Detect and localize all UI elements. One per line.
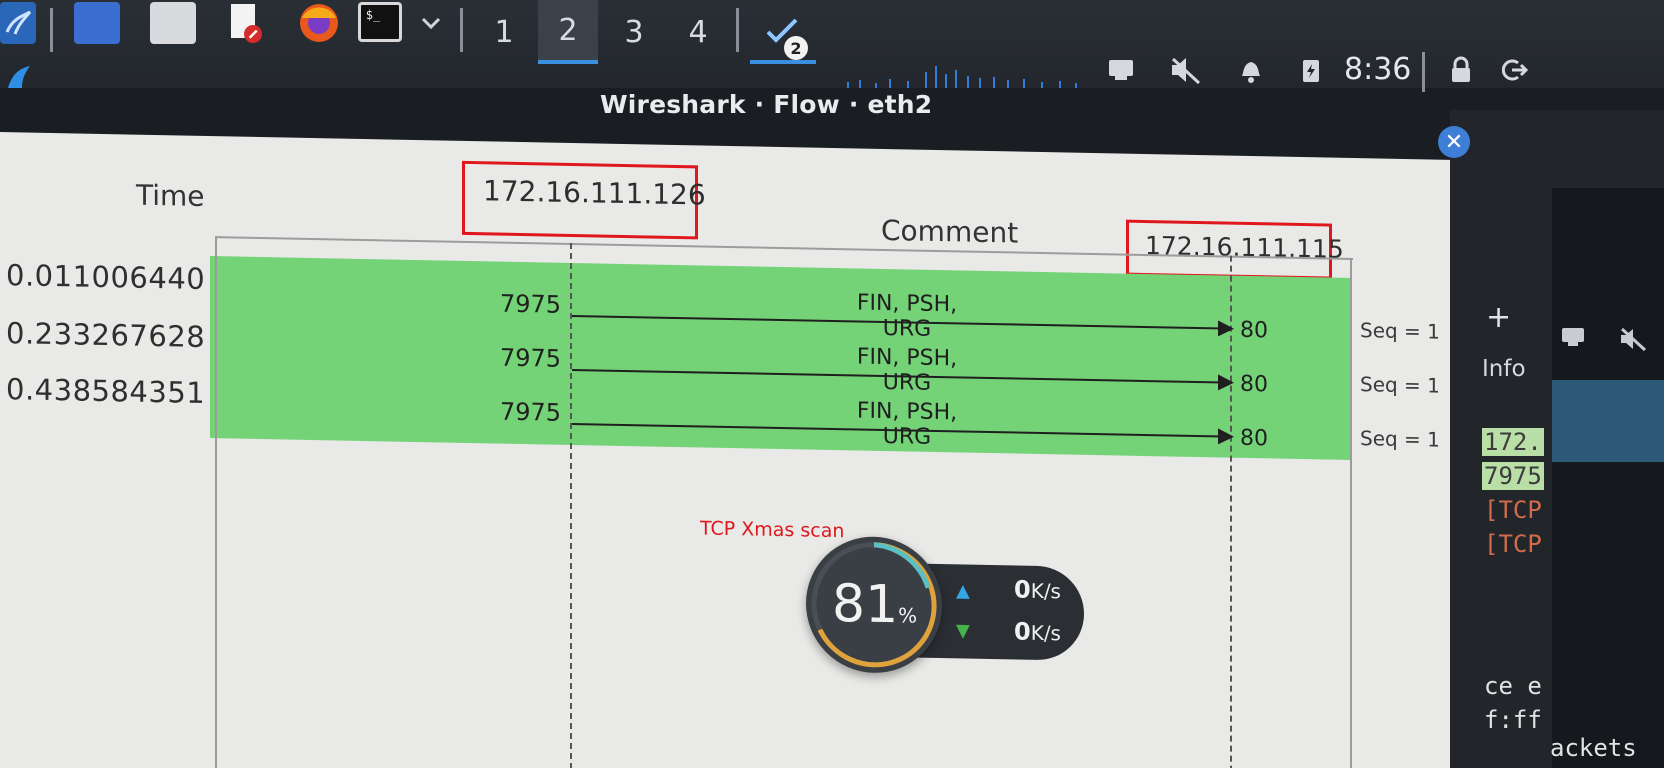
terminal-glyph: $_ xyxy=(365,8,381,22)
flow-graph-panel: Time 172.16.111.126 Comment 172.16.111.1… xyxy=(0,132,1450,768)
side-toolbar-volume-muted-icon xyxy=(1618,326,1648,356)
time-column-header: Time xyxy=(136,178,205,213)
row-src-port: 7975 xyxy=(500,397,562,427)
workspace-2[interactable]: 2 xyxy=(538,0,598,64)
battery-charging-icon[interactable] xyxy=(1296,50,1326,90)
close-button[interactable]: ✕ xyxy=(1438,126,1470,158)
host-left-label: 172.16.111.126 xyxy=(462,160,706,240)
download-speed: 0K/s xyxy=(1014,617,1061,646)
side-toolbar-network-icon xyxy=(1560,326,1586,352)
lock-screen-icon[interactable] xyxy=(1446,50,1476,90)
volume-muted-icon[interactable] xyxy=(1166,50,1206,90)
clock[interactable]: 8:36 xyxy=(1344,52,1411,87)
notifications-bell-icon[interactable] xyxy=(1234,50,1268,90)
firefox-icon[interactable] xyxy=(296,2,342,44)
row-src-port: 7975 xyxy=(500,343,562,373)
logout-icon[interactable] xyxy=(1500,50,1530,90)
taskbar-separator xyxy=(50,8,53,52)
usage-percent-unit: % xyxy=(898,603,918,628)
network-wired-icon[interactable] xyxy=(1104,50,1138,90)
file-manager-icon[interactable] xyxy=(150,2,196,44)
term-line: f:ff xyxy=(1484,706,1542,734)
download-speed-unit: K/s xyxy=(1030,620,1061,646)
info-column-header: Info xyxy=(1482,356,1526,382)
term-line: ce e xyxy=(1484,672,1542,700)
row-dst-port: 80 xyxy=(1240,425,1268,452)
row-flags[interactable]: FIN, PSH, URG xyxy=(832,398,982,451)
term-line: 172. xyxy=(1482,428,1544,456)
network-speed-widget[interactable]: 81% ▲ ▼ 0K/s 0K/s xyxy=(806,535,1086,680)
chevron-down-icon[interactable] xyxy=(416,2,446,44)
upload-speed-unit: K/s xyxy=(1030,578,1061,604)
usage-percent-value: 81 xyxy=(832,573,899,636)
row-src-port: 7975 xyxy=(500,289,562,319)
row-dst-port: 80 xyxy=(1240,371,1268,398)
wireshark-fin-icon xyxy=(6,64,32,94)
row-flags[interactable]: FIN, PSH, URG xyxy=(832,290,982,343)
upload-arrow-icon: ▲ xyxy=(956,580,970,602)
row-comment: Seq = 1 xyxy=(1360,318,1440,344)
wireshark-badge: 2 xyxy=(784,36,808,60)
download-speed-value: 0 xyxy=(1014,617,1031,646)
row-flags[interactable]: FIN, PSH, URG xyxy=(832,344,982,397)
workspace-4[interactable]: 4 xyxy=(668,0,728,64)
row-comment: Seq = 1 xyxy=(1360,372,1440,398)
text-editor-icon[interactable] xyxy=(222,2,268,44)
taskbar-separator xyxy=(460,8,463,52)
workspace-app-icon[interactable] xyxy=(74,2,120,44)
taskbar-separator xyxy=(1422,52,1425,92)
wireshark-task-icon[interactable]: 2 xyxy=(750,2,816,64)
graph-left-border xyxy=(215,236,217,768)
term-line: 7975 xyxy=(1482,462,1544,490)
host-right-label: 172.16.111.115 xyxy=(1126,219,1344,280)
workspace-1[interactable]: 1 xyxy=(474,0,534,64)
terminal-icon[interactable]: $_ xyxy=(358,2,402,42)
row-time[interactable]: 0.438584351 xyxy=(6,372,205,410)
row-time[interactable]: 0.011006440 xyxy=(6,258,205,296)
usage-circle: 81% xyxy=(806,535,942,675)
network-activity-graph-icon xyxy=(847,66,1077,88)
comment-column-header: Comment xyxy=(881,213,1019,250)
row-time[interactable]: 0.233267628 xyxy=(6,316,205,354)
download-arrow-icon: ▼ xyxy=(956,620,970,642)
usage-percent: 81% xyxy=(832,574,917,636)
term-line: [TCP xyxy=(1484,496,1542,524)
row-dst-port: 80 xyxy=(1240,317,1268,344)
window-title: Wireshark · Flow · eth2 xyxy=(600,90,933,119)
row-comment: Seq = 1 xyxy=(1360,426,1440,452)
upload-speed: 0K/s xyxy=(1014,575,1061,604)
host-left-lifeline xyxy=(570,242,572,768)
upload-speed-value: 0 xyxy=(1014,575,1031,604)
background-terminal xyxy=(1552,188,1664,768)
workspace-3[interactable]: 3 xyxy=(604,0,664,64)
graph-right-border xyxy=(1350,257,1352,768)
close-icon: ✕ xyxy=(1444,129,1464,155)
add-icon[interactable]: + xyxy=(1486,300,1511,335)
taskbar-separator xyxy=(736,8,739,52)
term-line: ackets xyxy=(1550,734,1637,762)
taskbar: $_ 1 2 3 4 2 8:36 xyxy=(0,0,1664,92)
term-line: [TCP xyxy=(1484,530,1542,558)
background-selection-block xyxy=(1552,380,1664,462)
flow-row-highlight xyxy=(210,256,1352,460)
kali-menu-icon[interactable] xyxy=(0,2,36,44)
